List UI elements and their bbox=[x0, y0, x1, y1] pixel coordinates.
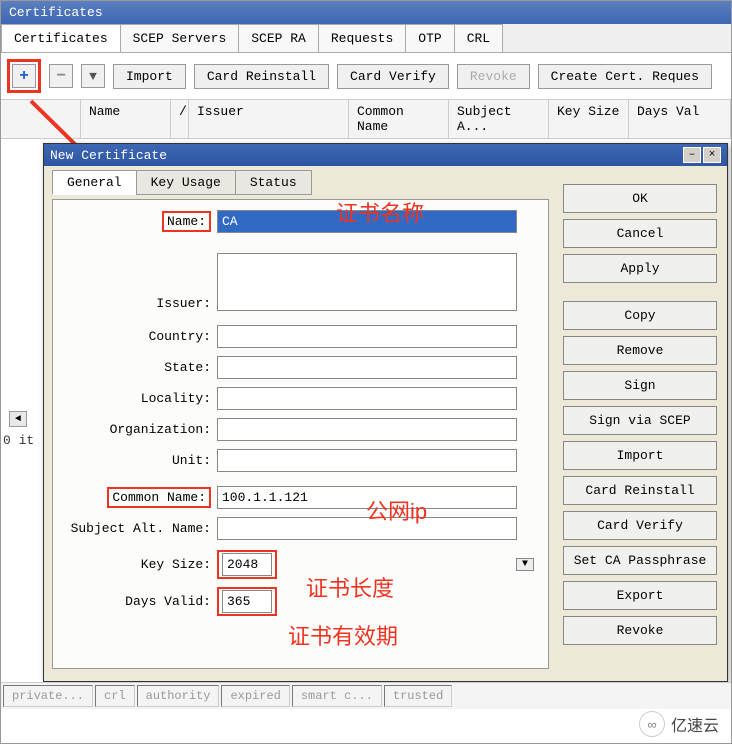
dlg-tab-key-usage[interactable]: Key Usage bbox=[136, 170, 236, 195]
remove-button[interactable]: Remove bbox=[563, 336, 717, 365]
country-input[interactable] bbox=[217, 325, 517, 348]
unit-input[interactable] bbox=[217, 449, 517, 472]
col-sort[interactable]: / bbox=[171, 100, 189, 138]
san-label: Subject Alt. Name: bbox=[67, 521, 217, 536]
country-label: Country: bbox=[67, 329, 217, 344]
common-name-input[interactable] bbox=[217, 486, 517, 509]
tab-crl[interactable]: CRL bbox=[454, 24, 503, 52]
ok-button[interactable]: OK bbox=[563, 184, 717, 213]
state-label: State: bbox=[67, 360, 217, 375]
apply-button[interactable]: Apply bbox=[563, 254, 717, 283]
dlg-import-button[interactable]: Import bbox=[563, 441, 717, 470]
brand-logo-icon: ∞ bbox=[639, 711, 665, 737]
locality-label: Locality: bbox=[67, 391, 217, 406]
tab-scep-servers[interactable]: SCEP Servers bbox=[120, 24, 240, 52]
sign-button[interactable]: Sign bbox=[563, 371, 717, 400]
card-verify-button[interactable]: Card Verify bbox=[337, 64, 449, 89]
copy-button[interactable]: Copy bbox=[563, 301, 717, 330]
san-input[interactable] bbox=[217, 517, 517, 540]
dialog-title-text: New Certificate bbox=[50, 148, 167, 163]
add-icon[interactable]: + bbox=[12, 64, 36, 88]
revoke-button[interactable]: Revoke bbox=[457, 64, 530, 89]
list-column-headers: Name / Issuer Common Name Subject A... K… bbox=[1, 100, 731, 139]
col-key-size[interactable]: Key Size bbox=[549, 100, 629, 138]
watermark: ∞ 亿速云 bbox=[639, 711, 719, 737]
dialog-form: Name: 证书名称 Issuer: Country: State: bbox=[52, 199, 549, 669]
tab-requests[interactable]: Requests bbox=[318, 24, 406, 52]
dlg-tab-general[interactable]: General bbox=[52, 170, 137, 195]
status-smart-c[interactable]: smart c... bbox=[292, 685, 382, 707]
issuer-input[interactable] bbox=[217, 253, 517, 311]
tab-certificates[interactable]: Certificates bbox=[1, 24, 121, 52]
status-crl[interactable]: crl bbox=[95, 685, 135, 707]
name-label: Name: bbox=[67, 211, 217, 232]
toolbar: + − ▼ Import Card Reinstall Card Verify … bbox=[1, 53, 731, 100]
status-trusted[interactable]: trusted bbox=[384, 685, 452, 707]
dialog-button-panel: OK Cancel Apply Copy Remove Sign Sign vi… bbox=[557, 166, 727, 681]
dlg-card-reinstall-button[interactable]: Card Reinstall bbox=[563, 476, 717, 505]
annotation-plus-highlight: + bbox=[7, 59, 41, 93]
days-valid-label: Days Valid: bbox=[67, 594, 217, 609]
card-reinstall-button[interactable]: Card Reinstall bbox=[194, 64, 329, 89]
organization-input[interactable] bbox=[217, 418, 517, 441]
status-bar: private... crl authority expired smart c… bbox=[1, 682, 731, 709]
days-valid-input[interactable] bbox=[222, 590, 272, 613]
dlg-card-verify-button[interactable]: Card Verify bbox=[563, 511, 717, 540]
dlg-revoke-button[interactable]: Revoke bbox=[563, 616, 717, 645]
sign-via-scep-button[interactable]: Sign via SCEP bbox=[563, 406, 717, 435]
issuer-label: Issuer: bbox=[67, 296, 217, 311]
minimize-icon[interactable]: – bbox=[683, 147, 701, 163]
dialog-tab-strip: General Key Usage Status bbox=[52, 170, 549, 195]
dlg-tab-status[interactable]: Status bbox=[235, 170, 312, 195]
set-ca-passphrase-button[interactable]: Set CA Passphrase bbox=[563, 546, 717, 575]
organization-label: Organization: bbox=[67, 422, 217, 437]
new-certificate-dialog: New Certificate – × General Key Usage St… bbox=[43, 143, 728, 682]
main-window-title: Certificates bbox=[1, 1, 731, 24]
status-expired[interactable]: expired bbox=[221, 685, 289, 707]
tab-otp[interactable]: OTP bbox=[405, 24, 454, 52]
remove-icon[interactable]: − bbox=[49, 64, 73, 88]
name-input[interactable] bbox=[217, 210, 517, 233]
col-blank[interactable] bbox=[1, 100, 81, 138]
common-name-label: Common Name: bbox=[67, 487, 217, 508]
cancel-button[interactable]: Cancel bbox=[563, 219, 717, 248]
col-subject[interactable]: Subject A... bbox=[449, 100, 549, 138]
import-button[interactable]: Import bbox=[113, 64, 186, 89]
export-button[interactable]: Export bbox=[563, 581, 717, 610]
state-input[interactable] bbox=[217, 356, 517, 379]
filter-icon[interactable]: ▼ bbox=[81, 64, 105, 88]
key-size-input[interactable] bbox=[222, 553, 272, 576]
create-cert-button[interactable]: Create Cert. Reques bbox=[538, 64, 712, 89]
status-private[interactable]: private... bbox=[3, 685, 93, 707]
tab-scep-ra[interactable]: SCEP RA bbox=[238, 24, 319, 52]
scroll-left-icon[interactable]: ◄ bbox=[9, 411, 27, 427]
item-count-label: 0 it bbox=[3, 433, 34, 448]
status-authority[interactable]: authority bbox=[137, 685, 220, 707]
col-name[interactable]: Name bbox=[81, 100, 171, 138]
key-size-label: Key Size: bbox=[67, 557, 217, 572]
unit-label: Unit: bbox=[67, 453, 217, 468]
col-days-valid[interactable]: Days Val bbox=[629, 100, 731, 138]
annotation-cert-valid: 证书有效期 bbox=[288, 619, 398, 651]
brand-text: 亿速云 bbox=[671, 712, 719, 736]
close-icon[interactable]: × bbox=[703, 147, 721, 163]
col-common-name[interactable]: Common Name bbox=[349, 100, 449, 138]
dialog-titlebar: New Certificate – × bbox=[44, 144, 727, 166]
col-issuer[interactable]: Issuer bbox=[189, 100, 349, 138]
key-size-spinner-icon[interactable]: ▼ bbox=[516, 558, 534, 571]
locality-input[interactable] bbox=[217, 387, 517, 410]
main-tab-strip: Certificates SCEP Servers SCEP RA Reques… bbox=[1, 24, 731, 53]
